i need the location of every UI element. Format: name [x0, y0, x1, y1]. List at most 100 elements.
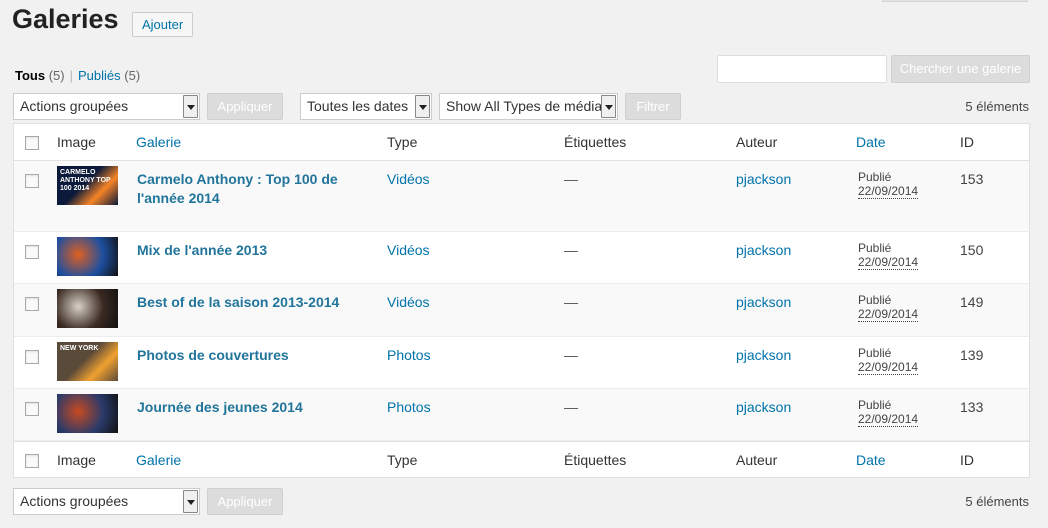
gallery-type-link[interactable]: Photos [387, 399, 431, 415]
gallery-date-value: 22/09/2014 [858, 184, 919, 199]
gallery-date-value: 22/09/2014 [858, 360, 919, 375]
thumb-caption: NEW YORK [57, 342, 118, 381]
column-gallery-sort[interactable]: Galerie [136, 452, 181, 468]
chevron-down-icon [183, 95, 198, 118]
select-all-checkbox[interactable] [25, 136, 39, 150]
column-date-sort[interactable]: Date [856, 134, 886, 150]
media-type-value: Show All Types de média [446, 98, 603, 114]
gallery-title-link[interactable]: Photos de couvertures [137, 346, 377, 365]
table-row: Journée des jeunes 2014 Photos — pjackso… [14, 389, 1029, 441]
date-filter-value: Toutes les dates [307, 98, 409, 114]
gallery-id: 150 [960, 242, 984, 258]
page-title: Galeries [12, 4, 119, 34]
column-image: Image [57, 452, 96, 468]
gallery-type-link[interactable]: Vidéos [387, 171, 430, 187]
bulk-actions-select-bottom[interactable]: Actions groupées [13, 488, 200, 515]
gallery-date: Publié 22/09/2014 [858, 293, 919, 322]
view-separator: | [69, 68, 73, 83]
search-button[interactable]: Chercher une galerie [891, 55, 1030, 83]
gallery-date: Publié 22/09/2014 [858, 170, 919, 199]
column-type: Type [387, 452, 418, 468]
apply-button-bottom[interactable]: Appliquer [207, 488, 283, 515]
gallery-title-link[interactable]: Mix de l'année 2013 [137, 241, 377, 260]
select-all-checkbox-footer[interactable] [25, 454, 39, 468]
gallery-date-value: 22/09/2014 [858, 255, 919, 270]
column-gallery-sort[interactable]: Galerie [136, 134, 181, 150]
gallery-title-link[interactable]: Journée des jeunes 2014 [137, 398, 377, 417]
gallery-type-link[interactable]: Vidéos [387, 294, 430, 310]
apply-button-top[interactable]: Appliquer [207, 93, 283, 120]
gallery-date-value: 22/09/2014 [858, 307, 919, 322]
gallery-tags: — [564, 294, 578, 310]
gallery-id: 133 [960, 399, 984, 415]
bulk-actions-value: Actions groupées [20, 493, 129, 509]
filter-button[interactable]: Filtrer [625, 93, 681, 120]
gallery-thumbnail[interactable]: CARMELO ANTHONY TOP 100 2014 [57, 166, 118, 205]
gallery-date: Publié 22/09/2014 [858, 346, 919, 375]
gallery-tags: — [564, 399, 578, 415]
top-button-stub[interactable] [882, 0, 1028, 2]
table-row: CARMELO ANTHONY TOP 100 2014 Carmelo Ant… [14, 161, 1029, 232]
galleries-table: Image Galerie Type Étiquettes Auteur Dat… [13, 123, 1030, 478]
gallery-author-link[interactable]: pjackson [736, 242, 791, 258]
gallery-tags: — [564, 242, 578, 258]
view-filters: Tous (5) | Publiés (5) [15, 68, 140, 83]
bulk-actions-select-top[interactable]: Actions groupées [13, 93, 200, 120]
table-row: Mix de l'année 2013 Vidéos — pjackson Pu… [14, 232, 1029, 284]
bulk-actions-value: Actions groupées [20, 98, 129, 114]
column-type: Type [387, 134, 418, 150]
gallery-status: Publié [858, 346, 892, 360]
add-gallery-button[interactable]: Ajouter [132, 12, 194, 37]
gallery-status: Publié [858, 398, 892, 412]
gallery-title-link[interactable]: Best of de la saison 2013-2014 [137, 293, 377, 312]
row-checkbox[interactable] [25, 402, 39, 416]
row-checkbox[interactable] [25, 350, 39, 364]
view-all-link[interactable]: Tous [15, 68, 45, 83]
gallery-tags: — [564, 347, 578, 363]
gallery-thumbnail[interactable] [57, 289, 118, 328]
gallery-id: 149 [960, 294, 984, 310]
gallery-author-link[interactable]: pjackson [736, 399, 791, 415]
thumb-caption: CARMELO ANTHONY TOP 100 2014 [57, 166, 118, 205]
column-author: Auteur [736, 134, 778, 150]
column-tags: Étiquettes [564, 134, 627, 150]
gallery-id: 153 [960, 171, 984, 187]
gallery-status: Publié [858, 241, 892, 255]
row-checkbox[interactable] [25, 245, 39, 259]
chevron-down-icon [415, 95, 430, 118]
gallery-status: Publié [858, 293, 892, 307]
table-footer: Image Galerie Type Étiquettes Auteur Dat… [14, 441, 1029, 478]
column-date-sort[interactable]: Date [856, 452, 886, 468]
gallery-type-link[interactable]: Vidéos [387, 242, 430, 258]
media-type-select[interactable]: Show All Types de média [439, 93, 618, 120]
gallery-author-link[interactable]: pjackson [736, 347, 791, 363]
chevron-down-icon [601, 95, 616, 118]
date-filter-select[interactable]: Toutes les dates [300, 93, 432, 120]
gallery-thumbnail[interactable] [57, 394, 118, 433]
search-input[interactable] [717, 55, 887, 83]
table-row: NEW YORK Photos de couvertures Photos — … [14, 337, 1029, 389]
item-count-bottom: 5 éléments [965, 494, 1029, 509]
table-row: Best of de la saison 2013-2014 Vidéos — … [14, 284, 1029, 337]
view-published-link[interactable]: Publiés [78, 68, 121, 83]
row-checkbox[interactable] [25, 174, 39, 188]
view-published-count: (5) [124, 68, 141, 83]
table-header: Image Galerie Type Étiquettes Auteur Dat… [14, 124, 1029, 161]
gallery-date: Publié 22/09/2014 [858, 398, 919, 427]
item-count-top: 5 éléments [965, 99, 1029, 114]
gallery-status: Publié [858, 170, 892, 184]
gallery-id: 139 [960, 347, 984, 363]
chevron-down-icon [183, 490, 198, 513]
gallery-thumbnail[interactable]: NEW YORK [57, 342, 118, 381]
column-image: Image [57, 134, 96, 150]
gallery-author-link[interactable]: pjackson [736, 171, 791, 187]
column-id: ID [960, 452, 974, 468]
view-all-count: (5) [48, 68, 65, 83]
column-tags: Étiquettes [564, 452, 627, 468]
gallery-title-link[interactable]: Carmelo Anthony : Top 100 de l'année 201… [137, 170, 377, 208]
gallery-thumbnail[interactable] [57, 237, 118, 276]
gallery-author-link[interactable]: pjackson [736, 294, 791, 310]
row-checkbox[interactable] [25, 297, 39, 311]
gallery-type-link[interactable]: Photos [387, 347, 431, 363]
gallery-date-value: 22/09/2014 [858, 412, 919, 427]
